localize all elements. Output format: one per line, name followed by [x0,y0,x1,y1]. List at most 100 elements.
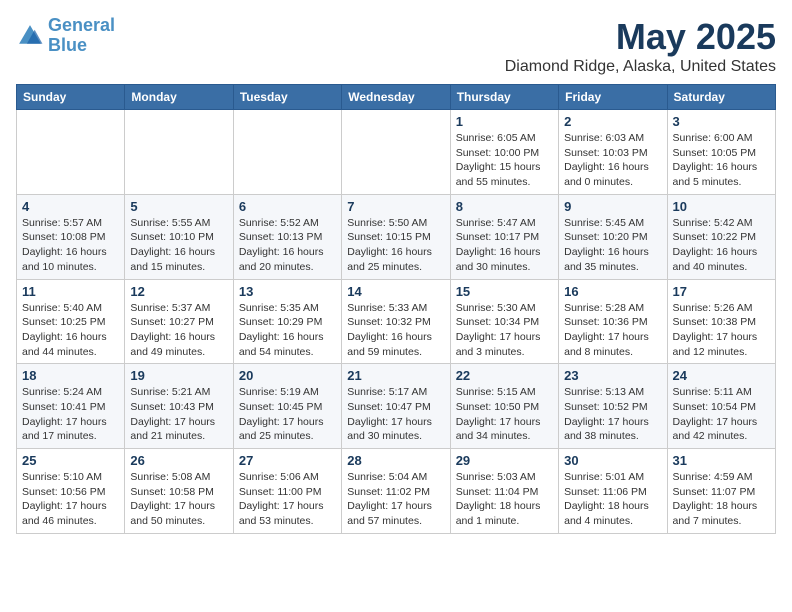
day-number: 27 [239,453,336,468]
day-info: Sunrise: 5:26 AM Sunset: 10:38 PM Daylig… [673,301,770,360]
day-info: Sunrise: 5:19 AM Sunset: 10:45 PM Daylig… [239,385,336,444]
day-number: 30 [564,453,661,468]
calendar-title: May 2025 [505,16,776,58]
day-number: 17 [673,284,770,299]
day-number: 19 [130,368,227,383]
day-info: Sunrise: 5:37 AM Sunset: 10:27 PM Daylig… [130,301,227,360]
logo-line2: Blue [48,35,87,55]
day-info: Sunrise: 5:50 AM Sunset: 10:15 PM Daylig… [347,216,444,275]
day-number: 13 [239,284,336,299]
day-cell: 11 Sunrise: 5:40 AM Sunset: 10:25 PM Dayl… [17,279,125,364]
day-cell: 30Sunrise: 5:01 AM Sunset: 11:06 PM Dayl… [559,449,667,534]
day-cell: 18 Sunrise: 5:24 AM Sunset: 10:41 PM Dayl… [17,364,125,449]
day-number: 8 [456,199,553,214]
day-cell: 23Sunrise: 5:13 AM Sunset: 10:52 PM Dayl… [559,364,667,449]
day-header-sunday: Sunday [17,85,125,110]
day-info: Sunrise: 6:03 AM Sunset: 10:03 PM Daylig… [564,131,661,190]
day-number: 3 [673,114,770,129]
day-info: Sunrise: 5:33 AM Sunset: 10:32 PM Daylig… [347,301,444,360]
day-info: Sunrise: 4:59 AM Sunset: 11:07 PM Daylig… [673,470,770,529]
week-row-1: 1 Sunrise: 6:05 AM Sunset: 10:00 PM Dayli… [17,110,776,195]
day-number: 18 [22,368,119,383]
day-header-wednesday: Wednesday [342,85,450,110]
day-header-thursday: Thursday [450,85,558,110]
day-number: 1 [456,114,553,129]
day-info: Sunrise: 5:35 AM Sunset: 10:29 PM Daylig… [239,301,336,360]
day-cell: 2 Sunrise: 6:03 AM Sunset: 10:03 PM Dayli… [559,110,667,195]
day-cell: 25Sunrise: 5:10 AM Sunset: 10:56 PM Dayl… [17,449,125,534]
day-info: Sunrise: 5:17 AM Sunset: 10:47 PM Daylig… [347,385,444,444]
day-cell: 17 Sunrise: 5:26 AM Sunset: 10:38 PM Dayl… [667,279,775,364]
logo: General Blue [16,16,115,56]
day-number: 22 [456,368,553,383]
day-info: Sunrise: 5:21 AM Sunset: 10:43 PM Daylig… [130,385,227,444]
day-cell: 1 Sunrise: 6:05 AM Sunset: 10:00 PM Dayli… [450,110,558,195]
day-cell: 10Sunrise: 5:42 AM Sunset: 10:22 PM Dayl… [667,194,775,279]
day-cell: 12 Sunrise: 5:37 AM Sunset: 10:27 PM Dayl… [125,279,233,364]
day-cell [17,110,125,195]
day-number: 20 [239,368,336,383]
day-info: Sunrise: 5:52 AM Sunset: 10:13 PM Daylig… [239,216,336,275]
day-cell: 3Sunrise: 6:00 AM Sunset: 10:05 PM Dayli… [667,110,775,195]
day-number: 23 [564,368,661,383]
day-info: Sunrise: 6:05 AM Sunset: 10:00 PM Daylig… [456,131,553,190]
day-number: 7 [347,199,444,214]
day-header-monday: Monday [125,85,233,110]
day-number: 10 [673,199,770,214]
day-cell: 13 Sunrise: 5:35 AM Sunset: 10:29 PM Dayl… [233,279,341,364]
day-info: Sunrise: 5:57 AM Sunset: 10:08 PM Daylig… [22,216,119,275]
day-cell: 9Sunrise: 5:45 AM Sunset: 10:20 PM Dayli… [559,194,667,279]
day-info: Sunrise: 5:06 AM Sunset: 11:00 PM Daylig… [239,470,336,529]
day-number: 31 [673,453,770,468]
day-cell: 26Sunrise: 5:08 AM Sunset: 10:58 PM Dayl… [125,449,233,534]
day-cell [342,110,450,195]
day-info: Sunrise: 5:03 AM Sunset: 11:04 PM Daylig… [456,470,553,529]
day-cell: 20 Sunrise: 5:19 AM Sunset: 10:45 PM Dayl… [233,364,341,449]
day-cell: 8 Sunrise: 5:47 AM Sunset: 10:17 PM Dayli… [450,194,558,279]
day-number: 12 [130,284,227,299]
day-header-tuesday: Tuesday [233,85,341,110]
day-cell: 14 Sunrise: 5:33 AM Sunset: 10:32 PM Dayl… [342,279,450,364]
week-row-2: 4Sunrise: 5:57 AM Sunset: 10:08 PM Dayli… [17,194,776,279]
day-number: 5 [130,199,227,214]
day-cell: 31 Sunrise: 4:59 AM Sunset: 11:07 PM Dayl… [667,449,775,534]
day-number: 28 [347,453,444,468]
day-cell: 29 Sunrise: 5:03 AM Sunset: 11:04 PM Dayl… [450,449,558,534]
day-number: 14 [347,284,444,299]
day-info: Sunrise: 5:24 AM Sunset: 10:41 PM Daylig… [22,385,119,444]
day-number: 25 [22,453,119,468]
calendar-table: SundayMondayTuesdayWednesdayThursdayFrid… [16,84,776,534]
day-number: 6 [239,199,336,214]
day-cell: 4Sunrise: 5:57 AM Sunset: 10:08 PM Dayli… [17,194,125,279]
day-cell: 6 Sunrise: 5:52 AM Sunset: 10:13 PM Dayli… [233,194,341,279]
week-row-5: 25Sunrise: 5:10 AM Sunset: 10:56 PM Dayl… [17,449,776,534]
day-number: 21 [347,368,444,383]
days-header-row: SundayMondayTuesdayWednesdayThursdayFrid… [17,85,776,110]
day-cell: 19 Sunrise: 5:21 AM Sunset: 10:43 PM Dayl… [125,364,233,449]
logo-line1: General [48,15,115,35]
day-cell: 22 Sunrise: 5:15 AM Sunset: 10:50 PM Dayl… [450,364,558,449]
day-number: 16 [564,284,661,299]
calendar-subtitle: Diamond Ridge, Alaska, United States [505,58,776,76]
week-row-3: 11 Sunrise: 5:40 AM Sunset: 10:25 PM Dayl… [17,279,776,364]
day-number: 24 [673,368,770,383]
week-row-4: 18 Sunrise: 5:24 AM Sunset: 10:41 PM Dayl… [17,364,776,449]
header: General Blue May 2025 Diamond Ridge, Ala… [16,16,776,76]
day-cell: 5 Sunrise: 5:55 AM Sunset: 10:10 PM Dayli… [125,194,233,279]
day-cell: 24 Sunrise: 5:11 AM Sunset: 10:54 PM Dayl… [667,364,775,449]
day-info: Sunrise: 5:47 AM Sunset: 10:17 PM Daylig… [456,216,553,275]
day-info: Sunrise: 5:40 AM Sunset: 10:25 PM Daylig… [22,301,119,360]
day-info: Sunrise: 5:11 AM Sunset: 10:54 PM Daylig… [673,385,770,444]
day-info: Sunrise: 5:55 AM Sunset: 10:10 PM Daylig… [130,216,227,275]
logo-icon [16,22,44,50]
day-cell [233,110,341,195]
day-cell: 7 Sunrise: 5:50 AM Sunset: 10:15 PM Dayli… [342,194,450,279]
day-info: Sunrise: 5:15 AM Sunset: 10:50 PM Daylig… [456,385,553,444]
day-header-saturday: Saturday [667,85,775,110]
day-number: 2 [564,114,661,129]
day-number: 29 [456,453,553,468]
day-number: 11 [22,284,119,299]
day-info: Sunrise: 5:45 AM Sunset: 10:20 PM Daylig… [564,216,661,275]
day-cell: 15Sunrise: 5:30 AM Sunset: 10:34 PM Dayl… [450,279,558,364]
day-info: Sunrise: 5:30 AM Sunset: 10:34 PM Daylig… [456,301,553,360]
